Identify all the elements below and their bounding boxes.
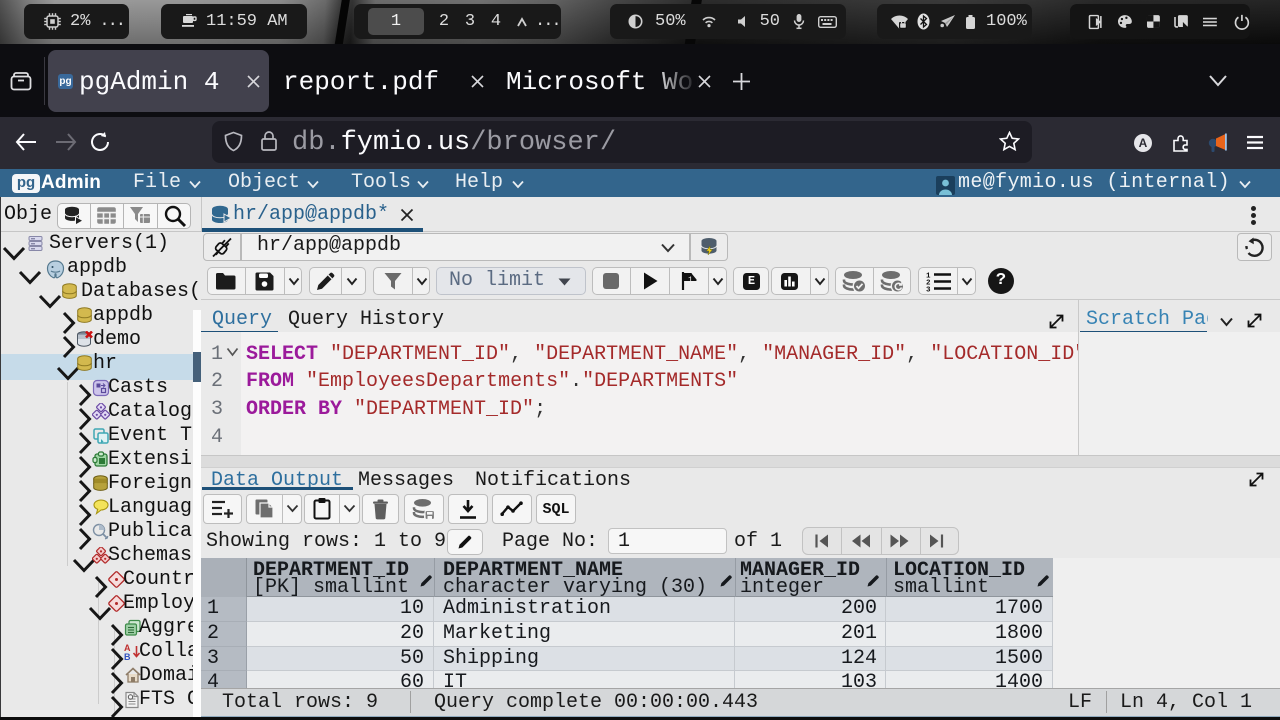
svg-text:3: 3 xyxy=(926,287,931,293)
svg-text:1: 1 xyxy=(688,276,693,285)
svg-text:B: B xyxy=(124,652,131,661)
